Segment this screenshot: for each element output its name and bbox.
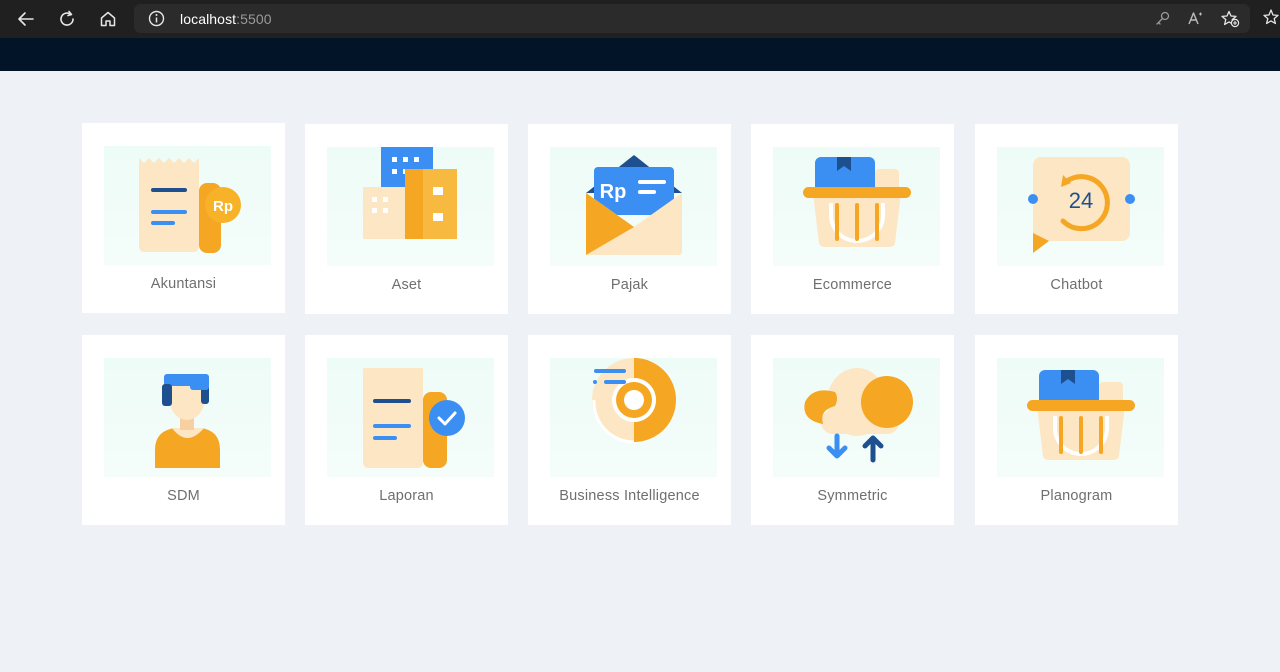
card-label: Chatbot [1050, 277, 1103, 293]
card-illustration [104, 358, 271, 477]
buildings-icon [363, 147, 457, 239]
card-label: SDM [167, 488, 200, 504]
app-card-pajak[interactable]: Rp Pajak [528, 124, 731, 314]
card-illustration [773, 358, 940, 477]
app-card-aset[interactable]: Aset [305, 124, 508, 314]
app-card-symmetric[interactable]: Symmetric [751, 335, 954, 525]
app-card-planogram[interactable]: Planogram [975, 335, 1178, 525]
card-illustration [997, 358, 1164, 477]
svg-text:Rp: Rp [600, 181, 627, 203]
card-illustration: Rp [104, 146, 271, 265]
card-label: Symmetric [817, 488, 888, 504]
url-text: localhost:5500 [180, 11, 272, 27]
card-illustration [327, 358, 494, 477]
donut-chart-icon [592, 358, 676, 444]
card-label: Business Intelligence [559, 488, 700, 504]
card-label: Pajak [610, 277, 649, 293]
card-label: Laporan [379, 488, 434, 504]
tax-envelope-icon: Rp [586, 155, 682, 255]
favorite-add-icon[interactable] [1221, 10, 1240, 28]
chat-24-icon: 24 [1028, 157, 1135, 253]
app-header [0, 38, 1280, 71]
app-card-sdm[interactable]: SDM [82, 335, 285, 525]
card-label: Akuntansi [150, 276, 217, 292]
cloud-sync-icon [804, 368, 913, 463]
card-label: Aset [391, 277, 422, 293]
card-label: Ecommerce [812, 277, 893, 293]
address-bar[interactable]: localhost:5500 [134, 4, 1250, 33]
card-label: Planogram [1040, 488, 1113, 504]
svg-text:Rp: Rp [213, 198, 233, 215]
key-icon[interactable] [1154, 10, 1171, 27]
read-aloud-icon[interactable] [1187, 10, 1205, 27]
svg-text:24: 24 [1069, 188, 1093, 213]
refresh-icon [60, 10, 74, 26]
app-card-business-intelligence[interactable]: Business Intelligence [528, 335, 731, 525]
app-card-ecommerce[interactable]: Ecommerce [751, 124, 954, 314]
report-check-icon [363, 368, 465, 468]
card-illustration [327, 147, 494, 266]
shopping-basket-icon [803, 157, 911, 247]
app-card-akuntansi[interactable]: Rp Akuntansi [82, 123, 285, 313]
accounting-receipt-icon: Rp [139, 158, 241, 253]
arrow-left-icon [18, 12, 34, 26]
card-illustration: Rp [550, 147, 717, 266]
browser-toolbar: localhost:5500 [0, 0, 1280, 38]
shopping-basket-icon [1027, 370, 1135, 460]
card-illustration: 24 [997, 147, 1164, 266]
card-illustration [550, 358, 717, 477]
home-button[interactable] [96, 7, 120, 31]
card-illustration [773, 147, 940, 266]
home-icon [100, 11, 116, 27]
app-card-chatbot[interactable]: 24 Chatbot [975, 124, 1178, 314]
favorites-icon[interactable] [1262, 8, 1280, 28]
info-icon [148, 10, 165, 27]
refresh-button[interactable] [55, 7, 79, 31]
person-icon [155, 374, 220, 468]
app-card-laporan[interactable]: Laporan [305, 335, 508, 525]
back-button[interactable] [14, 7, 38, 31]
